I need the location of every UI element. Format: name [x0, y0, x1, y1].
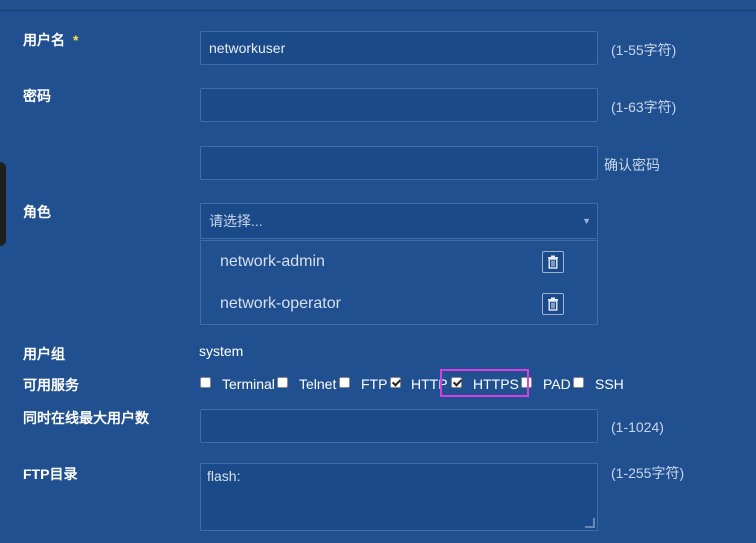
service-label-ftp: FTP [361, 376, 388, 392]
trash-icon [548, 297, 558, 311]
service-checkbox-http[interactable] [390, 377, 401, 388]
delete-role-button[interactable] [542, 293, 564, 315]
service-checkbox-telnet[interactable] [277, 377, 288, 388]
top-divider [0, 10, 756, 11]
resize-grip-icon[interactable] [585, 518, 595, 528]
service-label-ssh: SSH [595, 376, 624, 392]
role-label: 角色 [23, 204, 51, 220]
max-online-label: 同时在线最大用户数 [23, 410, 149, 426]
username-input[interactable]: networkuser [200, 31, 598, 65]
role-item-label: network-operator [220, 295, 341, 312]
user-group-label: 用户组 [23, 346, 65, 362]
max-online-input[interactable] [200, 409, 598, 443]
confirm-password-input[interactable] [200, 146, 598, 180]
required-marker: * [73, 32, 79, 48]
password-input[interactable] [200, 88, 598, 122]
role-select-placeholder: 请选择... [209, 213, 263, 229]
role-item-label: network-admin [220, 253, 325, 270]
username-hint: (1-55字符) [611, 42, 677, 58]
trash-icon [548, 255, 558, 269]
username-label: 用户名 * [23, 32, 79, 48]
ftp-dir-label: FTP目录 [23, 466, 78, 482]
password-hint: (1-63字符) [611, 99, 677, 115]
service-label-pad: PAD [543, 376, 571, 392]
selected-roles-list: network-admin network-operator [200, 240, 598, 325]
ftp-dir-hint: (1-255字符) [611, 465, 685, 481]
max-online-hint: (1-1024) [611, 419, 664, 435]
https-highlight-box [440, 369, 529, 397]
side-collapse-handle[interactable] [0, 162, 6, 246]
delete-role-button[interactable] [542, 251, 564, 273]
service-checkbox-ssh[interactable] [573, 377, 584, 388]
service-label-terminal: Terminal [222, 376, 275, 392]
ftp-dir-textarea[interactable]: flash: [200, 463, 598, 531]
confirm-password-hint: 确认密码 [604, 157, 660, 173]
service-label-telnet: Telnet [299, 376, 337, 392]
chevron-down-icon: ▼ [582, 216, 591, 226]
ftp-dir-value: flash: [207, 468, 241, 484]
services-label: 可用服务 [23, 377, 79, 393]
role-select[interactable]: 请选择... ▼ [200, 203, 598, 239]
service-checkbox-terminal[interactable] [200, 377, 211, 388]
password-label: 密码 [23, 88, 51, 104]
user-group-value: system [199, 343, 244, 359]
service-checkbox-ftp[interactable] [339, 377, 350, 388]
